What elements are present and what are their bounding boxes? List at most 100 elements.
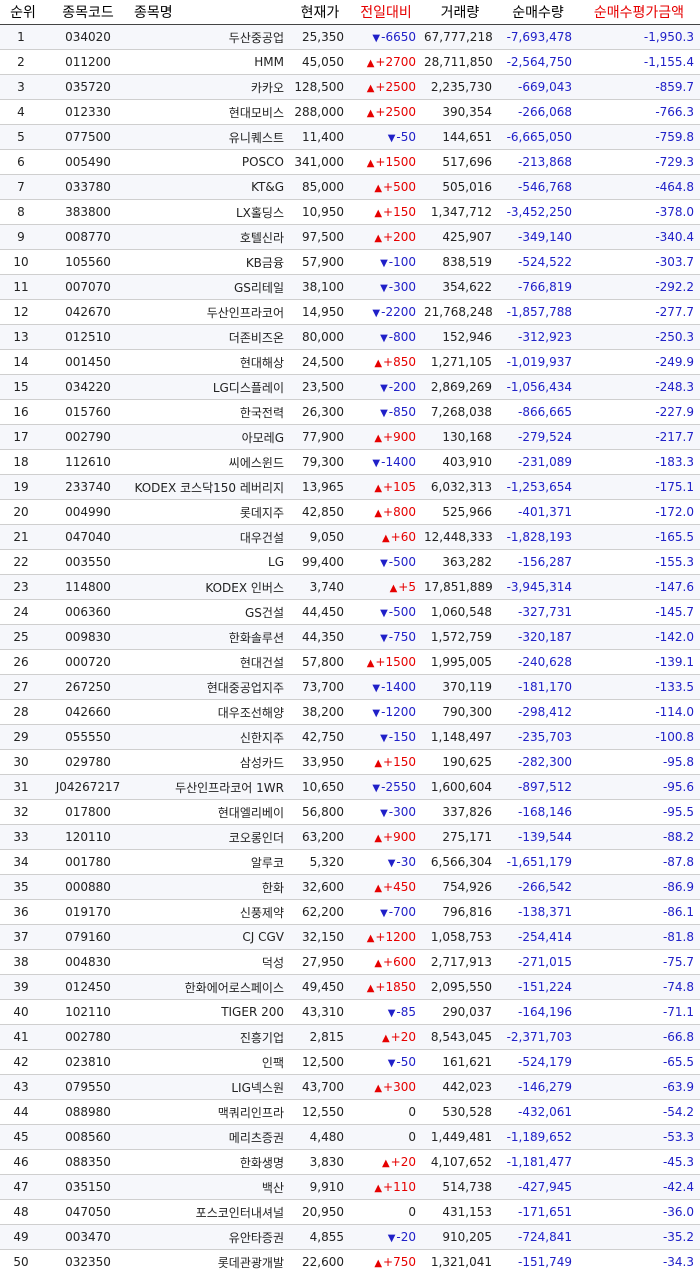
stock-name-cell[interactable]: 인팩 xyxy=(130,1050,290,1075)
table-row[interactable]: 31J04267217두산인프라코어 1WR10,650▼-25501,600,… xyxy=(0,775,700,800)
stock-name-cell[interactable]: 두산인프라코어 xyxy=(130,300,290,325)
table-row[interactable]: 26000720현대건설57,800▲+15001,995,005-240,62… xyxy=(0,650,700,675)
table-row[interactable]: 3035720카카오128,500▲+25002,235,730-669,043… xyxy=(0,75,700,100)
table-row[interactable]: 46088350한화생명3,830▲+204,107,652-1,181,477… xyxy=(0,1150,700,1175)
stock-name-cell[interactable]: 두산중공업 xyxy=(130,25,290,50)
stock-name-cell[interactable]: KODEX 코스닥150 레버리지 xyxy=(130,475,290,500)
stock-name-cell[interactable]: TIGER 200 xyxy=(130,1000,290,1025)
stock-name-cell[interactable]: 호텔신라 xyxy=(130,225,290,250)
header-rank[interactable]: 순위 xyxy=(0,0,46,25)
table-row[interactable]: 42023810인팩12,500▼-50161,621-524,179-65.5 xyxy=(0,1050,700,1075)
header-change[interactable]: 전일대비 xyxy=(350,0,422,25)
stock-name-cell[interactable]: GS건설 xyxy=(130,600,290,625)
table-row[interactable]: 29055550신한지주42,750▼-1501,148,497-235,703… xyxy=(0,725,700,750)
table-row[interactable]: 16015760한국전력26,300▼-8507,268,038-866,665… xyxy=(0,400,700,425)
table-row[interactable]: 38004830덕성27,950▲+6002,717,913-271,015-7… xyxy=(0,950,700,975)
stock-name-cell[interactable]: 카카오 xyxy=(130,75,290,100)
stock-name-cell[interactable]: POSCO xyxy=(130,150,290,175)
table-row[interactable]: 12042670두산인프라코어14,950▼-220021,768,248-1,… xyxy=(0,300,700,325)
stock-name-cell[interactable]: 롯데관광개발 xyxy=(130,1250,290,1274)
stock-name-cell[interactable]: 한화에어로스페이스 xyxy=(130,975,290,1000)
header-code[interactable]: 종목코드 xyxy=(46,0,130,25)
table-row[interactable]: 35000880한화32,600▲+450754,926-266,542-86.… xyxy=(0,875,700,900)
stock-name-cell[interactable]: LIG넥스원 xyxy=(130,1075,290,1100)
stock-name-cell[interactable]: 백산 xyxy=(130,1175,290,1200)
stock-name-cell[interactable]: 포스코인터내셔널 xyxy=(130,1200,290,1225)
table-row[interactable]: 2011200HMM45,050▲+270028,711,850-2,564,7… xyxy=(0,50,700,75)
stock-name-cell[interactable]: 현대엘리베이 xyxy=(130,800,290,825)
table-row[interactable]: 23114800KODEX 인버스3,740▲+517,851,889-3,94… xyxy=(0,575,700,600)
header-net-qty[interactable]: 순매수량 xyxy=(498,0,578,25)
table-row[interactable]: 30029780삼성카드33,950▲+150190,625-282,300-9… xyxy=(0,750,700,775)
table-row[interactable]: 34001780알루코5,320▼-306,566,304-1,651,179-… xyxy=(0,850,700,875)
table-row[interactable]: 18112610씨에스윈드79,300▼-1400403,910-231,089… xyxy=(0,450,700,475)
table-row[interactable]: 20004990롯데지주42,850▲+800525,966-401,371-1… xyxy=(0,500,700,525)
stock-name-cell[interactable]: 유안타증권 xyxy=(130,1225,290,1250)
table-row[interactable]: 5077500유니퀘스트11,400▼-50144,651-6,665,050-… xyxy=(0,125,700,150)
header-name[interactable]: 종목명 xyxy=(130,0,290,25)
table-row[interactable]: 21047040대우건설9,050▲+6012,448,333-1,828,19… xyxy=(0,525,700,550)
table-row[interactable]: 45008560메리츠증권4,48001,449,481-1,189,652-5… xyxy=(0,1125,700,1150)
stock-name-cell[interactable]: 현대건설 xyxy=(130,650,290,675)
table-row[interactable]: 8383800LX홀딩스10,950▲+1501,347,712-3,452,2… xyxy=(0,200,700,225)
table-row[interactable]: 43079550LIG넥스원43,700▲+300442,023-146,279… xyxy=(0,1075,700,1100)
stock-name-cell[interactable]: 현대중공업지주 xyxy=(130,675,290,700)
stock-name-cell[interactable]: 씨에스윈드 xyxy=(130,450,290,475)
header-price[interactable]: 현재가 xyxy=(290,0,350,25)
stock-name-cell[interactable]: 더존비즈온 xyxy=(130,325,290,350)
table-row[interactable]: 14001450현대해상24,500▲+8501,271,105-1,019,9… xyxy=(0,350,700,375)
stock-name-cell[interactable]: 알루코 xyxy=(130,850,290,875)
stock-name-cell[interactable]: GS리테일 xyxy=(130,275,290,300)
stock-name-cell[interactable]: 한국전력 xyxy=(130,400,290,425)
stock-name-cell[interactable]: LG xyxy=(130,550,290,575)
table-row[interactable]: 40102110TIGER 20043,310▼-85290,037-164,1… xyxy=(0,1000,700,1025)
table-row[interactable]: 11007070GS리테일38,100▼-300354,622-766,819-… xyxy=(0,275,700,300)
table-row[interactable]: 24006360GS건설44,450▼-5001,060,548-327,731… xyxy=(0,600,700,625)
stock-name-cell[interactable]: KODEX 인버스 xyxy=(130,575,290,600)
table-row[interactable]: 47035150백산9,910▲+110514,738-427,945-42.4 xyxy=(0,1175,700,1200)
table-row[interactable]: 50032350롯데관광개발22,600▲+7501,321,041-151,7… xyxy=(0,1250,700,1274)
stock-name-cell[interactable]: 맥쿼리인프라 xyxy=(130,1100,290,1125)
table-row[interactable]: 49003470유안타증권4,855▼-20910,205-724,841-35… xyxy=(0,1225,700,1250)
stock-name-cell[interactable]: 코오롱인더 xyxy=(130,825,290,850)
table-row[interactable]: 10105560KB금융57,900▼-100838,519-524,522-3… xyxy=(0,250,700,275)
header-net-amount[interactable]: 순매수평가금액 xyxy=(578,0,700,25)
stock-name-cell[interactable]: 현대해상 xyxy=(130,350,290,375)
table-row[interactable]: 44088980맥쿼리인프라12,5500530,528-432,061-54.… xyxy=(0,1100,700,1125)
stock-name-cell[interactable]: 진흥기업 xyxy=(130,1025,290,1050)
table-row[interactable]: 27267250현대중공업지주73,700▼-1400370,119-181,1… xyxy=(0,675,700,700)
table-row[interactable]: 25009830한화솔루션44,350▼-7501,572,759-320,18… xyxy=(0,625,700,650)
stock-name-cell[interactable]: 한화생명 xyxy=(130,1150,290,1175)
stock-name-cell[interactable]: HMM xyxy=(130,50,290,75)
table-row[interactable]: 4012330현대모비스288,000▲+2500390,354-266,068… xyxy=(0,100,700,125)
table-row[interactable]: 7033780KT&G85,000▲+500505,016-546,768-46… xyxy=(0,175,700,200)
stock-name-cell[interactable]: 신한지주 xyxy=(130,725,290,750)
stock-name-cell[interactable]: 유니퀘스트 xyxy=(130,125,290,150)
table-row[interactable]: 22003550LG99,400▼-500363,282-156,287-155… xyxy=(0,550,700,575)
table-row[interactable]: 33120110코오롱인더63,200▲+900275,171-139,544-… xyxy=(0,825,700,850)
table-row[interactable]: 41002780진흥기업2,815▲+208,543,045-2,371,703… xyxy=(0,1025,700,1050)
table-row[interactable]: 15034220LG디스플레이23,500▼-2002,869,269-1,05… xyxy=(0,375,700,400)
table-row[interactable]: 28042660대우조선해양38,200▼-1200790,300-298,41… xyxy=(0,700,700,725)
stock-name-cell[interactable]: 신풍제약 xyxy=(130,900,290,925)
stock-name-cell[interactable]: 롯데지주 xyxy=(130,500,290,525)
stock-name-cell[interactable]: CJ CGV xyxy=(130,925,290,950)
stock-name-cell[interactable]: 현대모비스 xyxy=(130,100,290,125)
stock-name-cell[interactable]: LG디스플레이 xyxy=(130,375,290,400)
table-row[interactable]: 1034020두산중공업25,350▼-665067,777,218-7,693… xyxy=(0,25,700,50)
stock-name-cell[interactable]: 대우조선해양 xyxy=(130,700,290,725)
table-row[interactable]: 19233740KODEX 코스닥150 레버리지13,965▲+1056,03… xyxy=(0,475,700,500)
table-row[interactable]: 48047050포스코인터내셔널20,9500431,153-171,651-3… xyxy=(0,1200,700,1225)
table-row[interactable]: 39012450한화에어로스페이스49,450▲+18502,095,550-1… xyxy=(0,975,700,1000)
table-row[interactable]: 6005490POSCO341,000▲+1500517,696-213,868… xyxy=(0,150,700,175)
stock-name-cell[interactable]: 덕성 xyxy=(130,950,290,975)
table-row[interactable]: 36019170신풍제약62,200▼-700796,816-138,371-8… xyxy=(0,900,700,925)
table-row[interactable]: 13012510더존비즈온80,000▼-800152,946-312,923-… xyxy=(0,325,700,350)
table-row[interactable]: 32017800현대엘리베이56,800▼-300337,826-168,146… xyxy=(0,800,700,825)
stock-name-cell[interactable]: KB금융 xyxy=(130,250,290,275)
stock-name-cell[interactable]: KT&G xyxy=(130,175,290,200)
stock-name-cell[interactable]: 메리츠증권 xyxy=(130,1125,290,1150)
stock-name-cell[interactable]: 한화솔루션 xyxy=(130,625,290,650)
stock-name-cell[interactable]: 삼성카드 xyxy=(130,750,290,775)
stock-name-cell[interactable]: 두산인프라코어 1WR xyxy=(130,775,290,800)
